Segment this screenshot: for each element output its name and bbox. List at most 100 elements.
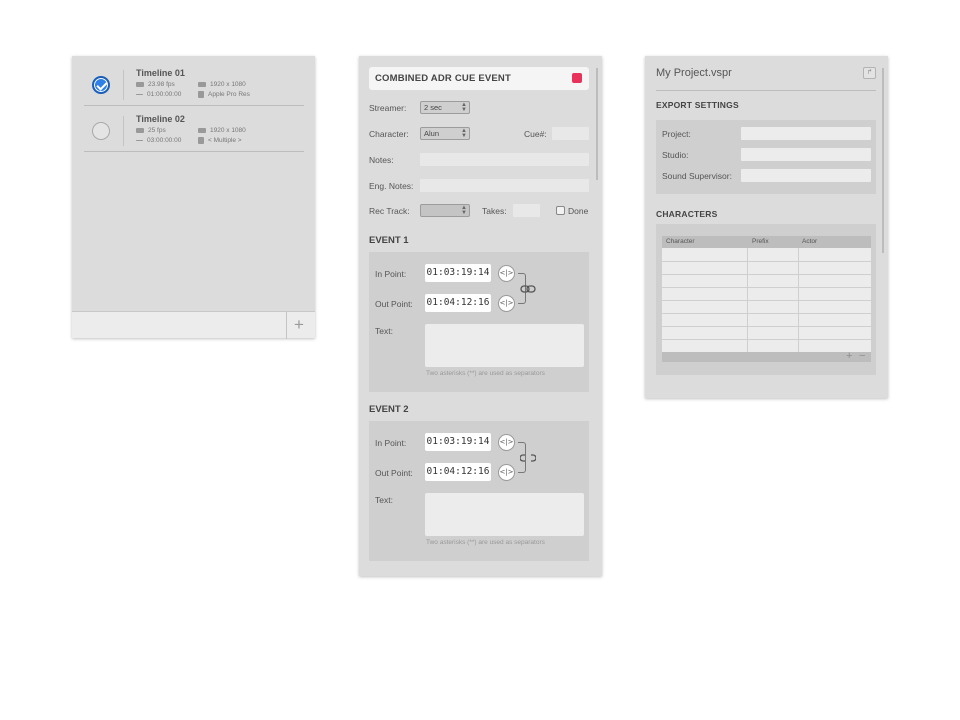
codec-file-icon — [198, 91, 204, 98]
cue-color-flag[interactable] — [572, 73, 582, 83]
cue-header: COMBINED ADR CUE EVENT — [369, 67, 589, 90]
mark-out-icon: <|> — [499, 299, 514, 307]
start-value: 01:00:00:00 — [147, 91, 182, 98]
updown-arrows-icon: ▲ ▼ — [461, 205, 467, 216]
out-point-timecode[interactable]: 01:04:12:16 — [425, 463, 491, 481]
timeline-row[interactable]: Timeline 01 23.98 fps 01:00:00:00 1920 x… — [84, 60, 304, 106]
out-point-label: Out Point: — [375, 299, 413, 309]
table-row[interactable] — [662, 326, 871, 327]
updown-arrows-icon: ▲ ▼ — [461, 102, 467, 113]
resolution-icon — [198, 127, 206, 133]
table-row[interactable] — [662, 261, 871, 262]
project-title: My Project.vspr — [656, 67, 732, 79]
cue-number-field[interactable] — [552, 127, 589, 140]
add-character-button[interactable]: + — [846, 350, 852, 362]
takes-label: Takes: — [482, 206, 507, 216]
in-point-label: In Point: — [375, 269, 407, 279]
scrollbar[interactable] — [596, 68, 598, 180]
scrollbar[interactable] — [882, 68, 884, 253]
timeline-row[interactable]: Timeline 02 25 fps 03:00:00:00 1920 x 10… — [84, 106, 304, 152]
out-point-timecode[interactable]: 01:04:12:16 — [425, 294, 491, 312]
studio-label: Studio: — [662, 150, 689, 160]
codec-value: Apple Pro Res — [208, 91, 250, 99]
sound-supervisor-field[interactable] — [741, 169, 871, 182]
notes-field[interactable] — [420, 153, 589, 166]
text-label: Text: — [375, 326, 393, 336]
characters-table[interactable]: Character Prefix Actor + − — [662, 236, 871, 362]
done-checkbox[interactable] — [556, 206, 565, 215]
rec-track-select[interactable]: ▲ ▼ — [420, 204, 470, 217]
set-in-point-button[interactable]: <|> — [498, 265, 515, 282]
video-camera-icon — [136, 127, 144, 133]
event-text-area[interactable] — [425, 324, 584, 367]
project-field[interactable] — [741, 127, 871, 140]
character-label: Character: — [369, 129, 409, 139]
out-point-label: Out Point: — [375, 468, 413, 478]
column-header-actor[interactable]: Actor — [802, 238, 817, 245]
characters-title: CHARACTERS — [656, 209, 718, 219]
start-info: 01:00:00:00 — [136, 91, 181, 98]
video-camera-icon — [136, 81, 144, 87]
mark-out-icon: <|> — [499, 468, 514, 476]
codec-info: Apple Pro Res — [198, 91, 250, 98]
table-row[interactable] — [662, 300, 871, 301]
remove-character-button[interactable]: − — [859, 350, 865, 362]
character-select[interactable]: Alun ▲ ▼ — [420, 127, 470, 140]
link-icon[interactable] — [520, 285, 536, 293]
set-out-point-button[interactable]: <|> — [498, 464, 515, 481]
streamer-value: 2 sec — [424, 103, 442, 112]
export-button[interactable]: ↱ — [863, 67, 876, 79]
column-header-character[interactable]: Character — [666, 238, 695, 245]
divider — [123, 116, 124, 146]
external-link-icon: ↱ — [866, 69, 873, 76]
timeline-name: Timeline 01 — [136, 68, 185, 78]
table-footer: + − — [662, 350, 871, 362]
table-row[interactable] — [662, 313, 871, 314]
codec-file-icon — [198, 137, 204, 144]
studio-field[interactable] — [741, 148, 871, 161]
updown-arrows-icon: ▲ ▼ — [461, 128, 467, 139]
table-row[interactable] — [662, 287, 871, 288]
timeline-select-radio[interactable] — [92, 122, 110, 140]
notes-label: Notes: — [369, 155, 394, 165]
unlink-icon[interactable] — [520, 454, 536, 462]
streamer-label: Streamer: — [369, 103, 407, 113]
timecode-start-icon — [136, 93, 143, 95]
event-title: EVENT 2 — [369, 404, 409, 415]
fps-value: 25 fps — [148, 127, 166, 134]
done-label: Done — [568, 206, 589, 216]
export-settings-title: EXPORT SETTINGS — [656, 100, 739, 110]
set-in-point-button[interactable]: <|> — [498, 434, 515, 451]
resolution-value: 1920 x 1080 — [210, 127, 246, 134]
set-out-point-button[interactable]: <|> — [498, 295, 515, 312]
fps-info: 23.98 fps — [136, 81, 175, 88]
takes-field[interactable] — [513, 204, 540, 217]
timeline-list-panel: Timeline 01 23.98 fps 01:00:00:00 1920 x… — [72, 56, 315, 339]
eng-notes-field[interactable] — [420, 179, 589, 192]
resolution-value: 1920 x 1080 — [210, 81, 246, 88]
in-point-timecode[interactable]: 01:03:19:14 — [425, 264, 491, 282]
start-value: 03:00:00:00 — [147, 137, 182, 144]
divider — [656, 90, 876, 91]
codec-info: < Multiple > — [198, 137, 242, 144]
timeline-list-footer: + — [72, 311, 315, 339]
separator-hint: Two asterisks (**) are used as separator… — [426, 370, 545, 377]
table-row[interactable] — [662, 274, 871, 275]
fps-value: 23.98 fps — [148, 81, 175, 88]
resolution-info: 1920 x 1080 — [198, 127, 246, 134]
eng-notes-label: Eng. Notes: — [369, 181, 414, 191]
event-text-area[interactable] — [425, 493, 584, 536]
cue-number-label: Cue#: — [524, 129, 547, 139]
in-point-timecode[interactable]: 01:03:19:14 — [425, 433, 491, 451]
codec-value: < Multiple > — [208, 137, 242, 145]
mark-in-icon: <|> — [499, 438, 514, 446]
streamer-select[interactable]: 2 sec ▲ ▼ — [420, 101, 470, 114]
column-header-prefix[interactable]: Prefix — [752, 238, 769, 245]
separator-hint: Two asterisks (**) are used as separator… — [426, 539, 545, 546]
timeline-name: Timeline 02 — [136, 114, 185, 124]
add-timeline-button[interactable]: + — [294, 316, 304, 334]
event-box: In Point: 01:03:19:14 <|> Out Point: 01:… — [369, 252, 589, 392]
timeline-select-radio[interactable] — [92, 76, 110, 94]
table-row[interactable] — [662, 339, 871, 340]
text-label: Text: — [375, 495, 393, 505]
